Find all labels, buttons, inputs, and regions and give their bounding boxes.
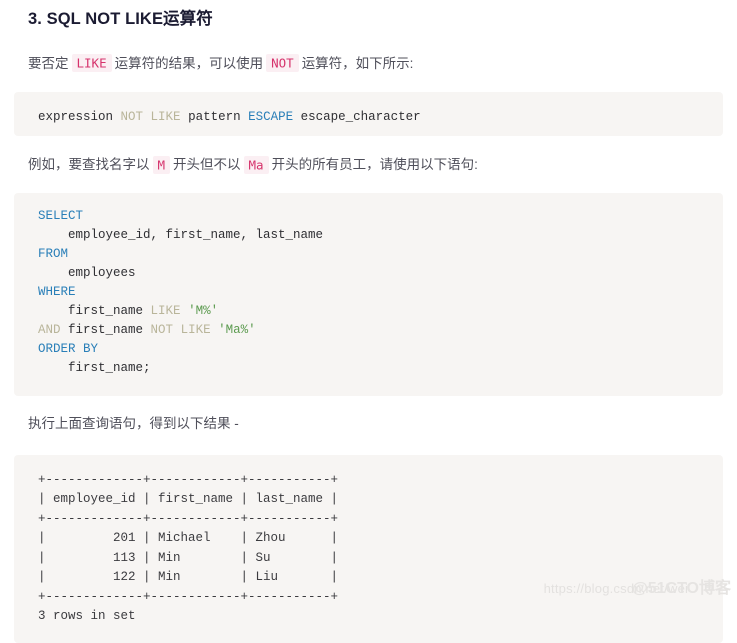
paragraph-intro-text-after: 运算符，如下所示:	[301, 55, 414, 71]
code-token: 'Ma%'	[218, 323, 256, 338]
code-token: first_name;	[38, 361, 151, 376]
code-token: WHERE	[38, 285, 76, 300]
code-token: first_name	[38, 304, 151, 319]
code-line: AND first_name NOT LIKE 'Ma%'	[38, 321, 709, 340]
code-line: first_name;	[38, 359, 709, 378]
result-table-line: +-------------+------------+-----------+	[38, 472, 339, 487]
code-token: LIKE	[180, 323, 211, 338]
code-token: NOT	[150, 323, 174, 338]
result-table-content: +-------------+------------+-----------+…	[38, 471, 709, 627]
paragraph-example-text-middle: 开头但不以	[173, 157, 241, 173]
paragraph-intro-text-before: 要否定	[28, 55, 69, 71]
result-table-line: | employee_id | first_name | last_name |	[38, 492, 339, 507]
result-table-line: +-------------+------------+-----------+	[38, 511, 339, 526]
code-token: ORDER BY	[38, 342, 99, 357]
code-token: FROM	[38, 247, 69, 262]
inline-code-not: NOT	[266, 54, 299, 73]
inline-code-ma: Ma	[243, 155, 269, 174]
result-table-line: | 201 | Michael | Zhou |	[38, 531, 339, 546]
code-token: employee_id, first_name, last_name	[38, 228, 324, 243]
code-token: NOT	[120, 110, 144, 125]
result-table-line: +-------------+------------+-----------+	[38, 589, 339, 604]
paragraph-intro: 要否定 LIKE 运算符的结果，可以使用 NOT 运算符，如下所示:	[14, 32, 723, 74]
syntax-code-content: expression NOT LIKE pattern ESCAPE escap…	[38, 110, 421, 124]
result-table-line: | 122 | Min | Liu |	[38, 570, 339, 585]
code-line: SELECT	[38, 207, 709, 226]
page-title: 3. SQL NOT LIKE运算符	[28, 10, 213, 28]
paragraph-example-text-before: 例如，要查找名字以	[28, 157, 150, 173]
paragraph-example-text-after: 开头的所有员工，请使用以下语句:	[271, 157, 478, 173]
code-token: SELECT	[38, 209, 84, 224]
code-line: employees	[38, 264, 709, 283]
code-token: 'M%'	[188, 304, 219, 319]
code-token: first_name	[60, 323, 151, 338]
code-block-syntax: expression NOT LIKE pattern ESCAPE escap…	[14, 92, 723, 137]
code-token: pattern	[180, 110, 249, 125]
paragraph-result-caption: 执行上面查询语句，得到以下结果 -	[28, 416, 239, 432]
paragraph-intro-text-middle: 运算符的结果，可以使用	[114, 55, 264, 71]
code-block-query: SELECT employee_id, first_name, last_nam…	[14, 193, 723, 397]
article-page: 3. SQL NOT LIKE运算符 要否定 LIKE 运算符的结果，可以使用 NOT…	[0, 0, 737, 643]
code-token: expression	[38, 110, 121, 125]
code-line: ORDER BY	[38, 340, 709, 359]
inline-code-m: M	[152, 155, 171, 174]
result-table-line: 3 rows in set	[38, 609, 136, 624]
code-token: escape_character	[293, 110, 421, 125]
inline-code-like: LIKE	[71, 54, 112, 73]
code-token: LIKE	[150, 304, 181, 319]
code-block-result: +-------------+------------+-----------+…	[14, 454, 723, 643]
code-line: first_name LIKE 'M%'	[38, 302, 709, 321]
code-token: LIKE	[150, 110, 181, 125]
query-code-content: SELECT employee_id, first_name, last_nam…	[38, 207, 709, 378]
code-line: WHERE	[38, 283, 709, 302]
code-token: AND	[38, 323, 61, 338]
code-token: ESCAPE	[248, 110, 294, 125]
code-line: FROM	[38, 245, 709, 264]
code-token: employees	[38, 266, 136, 281]
result-table-line: | 113 | Min | Su |	[38, 550, 339, 565]
code-line: employee_id, first_name, last_name	[38, 226, 709, 245]
paragraph-example: 例如，要查找名字以 M 开头但不以 Ma 开头的所有员工，请使用以下语句:	[14, 136, 723, 175]
